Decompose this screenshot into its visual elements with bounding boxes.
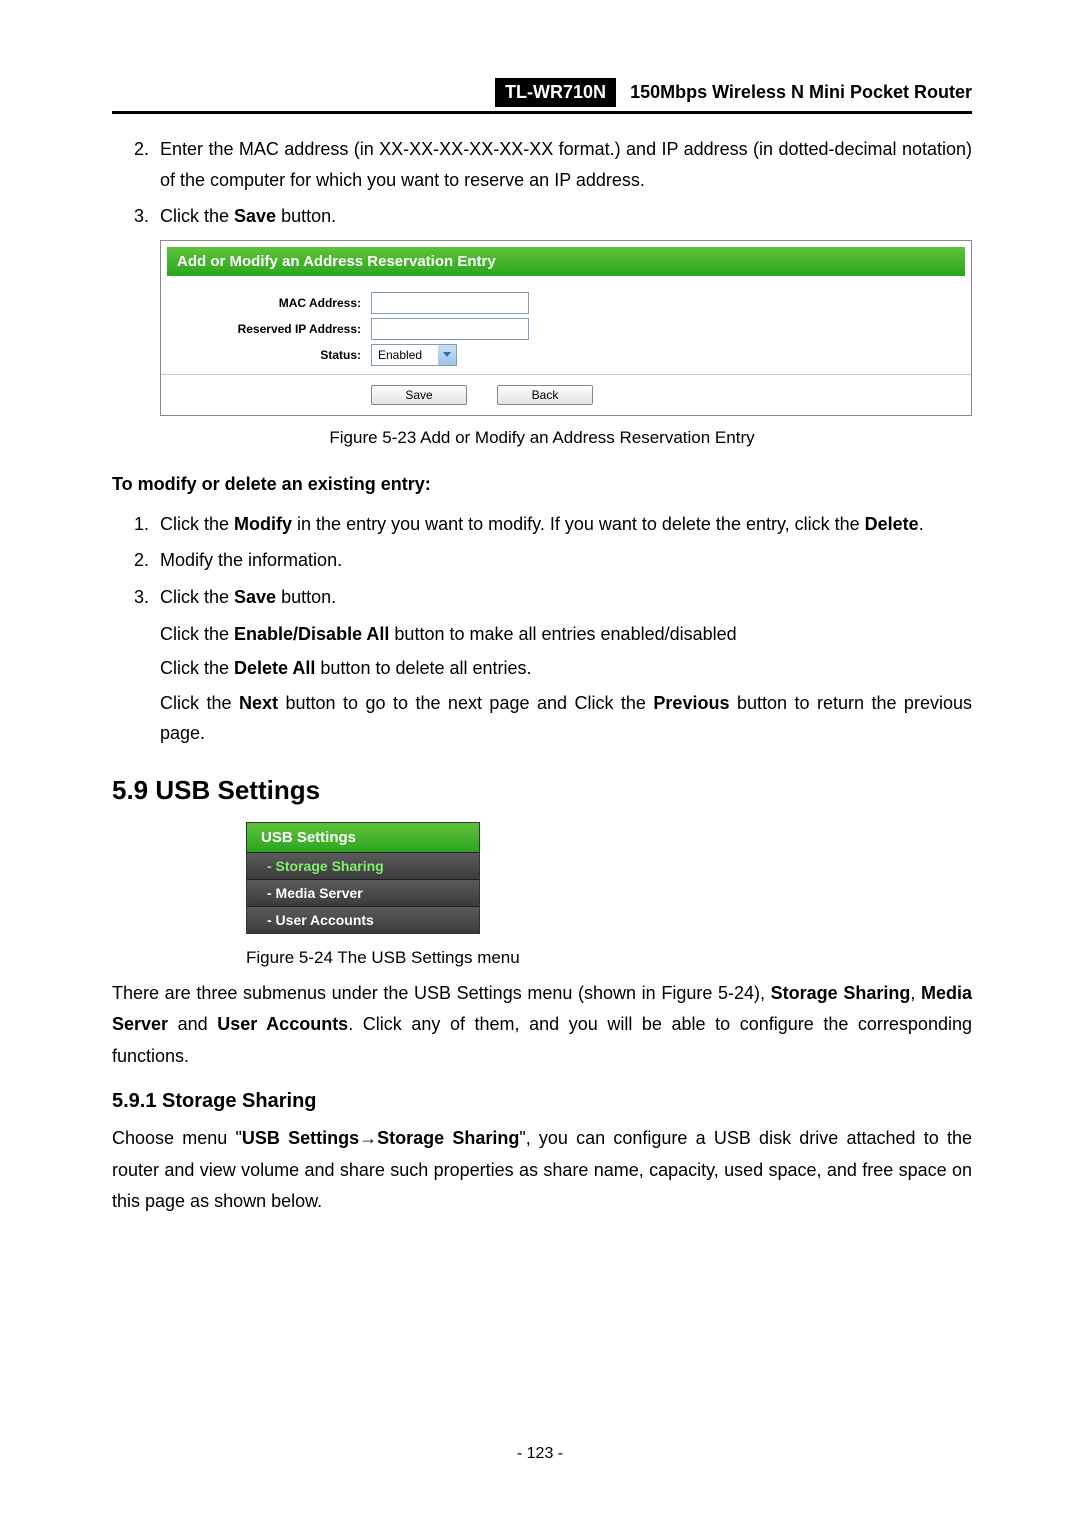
step-2: Enter the MAC address (in XX-XX-XX-XX-XX… — [154, 134, 972, 195]
extra-p3: Click the Next button to go to the next … — [160, 688, 972, 749]
section-5-9-1: 5.9.1 Storage Sharing — [112, 1090, 972, 1113]
usb-menu-storage-sharing[interactable]: - Storage Sharing — [247, 852, 479, 879]
extra-p2: Click the Delete All button to delete al… — [160, 653, 972, 684]
figure-5-23-box: Add or Modify an Address Reservation Ent… — [160, 240, 972, 416]
mac-input[interactable] — [371, 292, 529, 314]
ip-input[interactable] — [371, 318, 529, 340]
steps-list-a: Enter the MAC address (in XX-XX-XX-XX-XX… — [112, 134, 972, 232]
save-button[interactable]: Save — [371, 385, 467, 405]
usb-menu-figure: USB Settings - Storage Sharing - Media S… — [246, 822, 480, 934]
usb-menu-user-accounts[interactable]: - User Accounts — [247, 906, 479, 933]
chevron-down-icon — [438, 345, 456, 365]
step-b1: Click the Modify in the entry you want t… — [154, 509, 972, 540]
extra-p1: Click the Enable/Disable All button to m… — [160, 619, 972, 650]
page-header: TL-WR710N 150Mbps Wireless N Mini Pocket… — [112, 78, 972, 114]
mac-label: MAC Address: — [161, 296, 371, 310]
steps-list-b: Click the Modify in the entry you want t… — [112, 509, 972, 613]
header-tagline: 150Mbps Wireless N Mini Pocket Router — [616, 78, 972, 107]
fig23-title: Add or Modify an Address Reservation Ent… — [167, 247, 965, 276]
body-paragraph-1: There are three submenus under the USB S… — [112, 978, 972, 1073]
fig23-form: MAC Address: Reserved IP Address: Status… — [161, 282, 971, 375]
section-5-9: 5.9 USB Settings — [112, 775, 972, 806]
fig24-caption: Figure 5-24 The USB Settings menu — [246, 948, 972, 968]
usb-menu-media-server[interactable]: - Media Server — [247, 879, 479, 906]
back-button[interactable]: Back — [497, 385, 593, 405]
status-label: Status: — [161, 348, 371, 362]
page-number: - 123 - — [0, 1445, 1080, 1463]
status-select[interactable]: Enabled — [371, 344, 457, 366]
step-3: Click the Save button. — [154, 201, 972, 232]
fig23-caption: Figure 5-23 Add or Modify an Address Res… — [112, 428, 972, 448]
usb-menu-head: USB Settings — [247, 823, 479, 852]
step-b3: Click the Save button. — [154, 582, 972, 613]
status-select-value: Enabled — [372, 348, 438, 362]
step-b2: Modify the information. — [154, 545, 972, 576]
ip-label: Reserved IP Address: — [161, 322, 371, 336]
subhead-modify-delete: To modify or delete an existing entry: — [112, 474, 972, 495]
header-model: TL-WR710N — [495, 78, 616, 107]
body-paragraph-2: Choose menu "USB Settings→Storage Sharin… — [112, 1123, 972, 1218]
